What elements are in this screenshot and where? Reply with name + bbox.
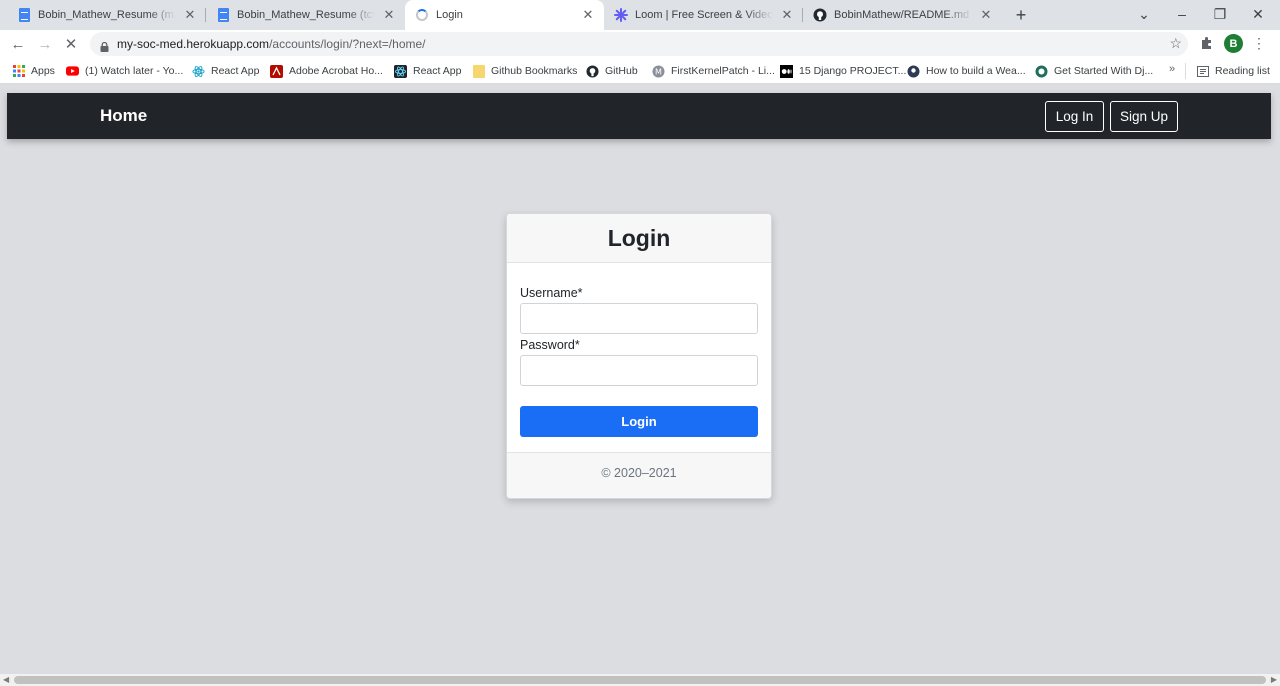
bookmark-item[interactable]: How to build a Wea... [907,63,1026,79]
browser-tab[interactable]: Loom | Free Screen & Video Reco ✕ [604,0,803,30]
bookmark-label: FirstKernelPatch - Li... [671,65,775,77]
bookmark-item[interactable]: Apps [12,63,55,79]
site-icon [907,65,920,78]
tab-title: Bobin_Mathew_Resume (m2) - Go [38,9,176,21]
bookmark-item[interactable]: Github Bookmarks [472,63,577,79]
login-card-title: Login [507,214,771,263]
password-label: Password* [520,338,580,352]
url-text: my-soc-med.herokuapp.com/accounts/login/… [117,37,426,51]
bookmark-label: (1) Watch later - Yo... [85,65,184,77]
google-docs-icon [216,8,230,22]
login-submit-button[interactable]: Login [520,406,758,437]
browser-tab[interactable]: BobinMathew/README.md at ma ✕ [803,0,1002,30]
bookmark-label: Get Started With Dj... [1054,65,1154,77]
menu-kebab-icon[interactable]: ⋮ [1252,33,1266,53]
browser-toolbar: ← → ✕ my-soc-med.herokuapp.com/accounts/… [0,30,1280,58]
linux-icon: M [652,65,665,78]
lock-icon [100,39,109,52]
browser-tab-strip: Bobin_Mathew_Resume (m2) - Go ✕ Bobin_Ma… [0,0,1280,30]
react-icon [192,65,205,78]
reading-list-icon [1196,65,1209,78]
site-icon [1035,65,1048,78]
reading-list-label: Reading list [1215,65,1270,77]
window-close-icon[interactable]: ✕ [1239,0,1277,28]
tab-title: BobinMathew/README.md at ma [834,9,972,21]
react-icon [394,64,407,78]
copyright-footer: © 2020–2021 [507,452,771,498]
site-navbar: Home Log In Sign Up [7,93,1271,139]
extensions-icon[interactable] [1198,33,1216,53]
url-path: /accounts/login/?next=/home/ [269,37,426,51]
bookmarks-divider [1185,63,1186,79]
svg-text:M: M [655,67,662,76]
tab-title: Bobin_Mathew_Resume (tcs) - Go [237,9,375,21]
bookmark-item[interactable]: React App [192,63,259,79]
bookmark-item[interactable]: GitHub [586,63,638,79]
youtube-icon [66,65,79,78]
folder-icon [472,64,485,78]
bookmark-item[interactable]: React App [394,63,461,79]
browser-tab-active[interactable]: Login ✕ [405,0,604,30]
restore-icon[interactable]: ❐ [1201,0,1239,28]
address-bar[interactable]: my-soc-med.herokuapp.com/accounts/login/… [90,32,1188,56]
tab-search-icon[interactable]: ⌄ [1125,0,1163,28]
bookmark-label: React App [211,65,260,77]
reading-list-button[interactable]: Reading list [1196,63,1270,79]
scroll-left-arrow-icon[interactable]: ◀ [3,675,9,684]
username-input[interactable] [520,303,758,334]
forward-arrow-icon[interactable]: → [33,32,57,56]
login-nav-button[interactable]: Log In [1045,101,1104,132]
bookmark-label: Apps [31,65,55,77]
google-docs-icon [17,8,31,22]
bookmark-item[interactable]: Get Started With Dj... [1035,63,1153,79]
close-icon[interactable]: ✕ [580,7,596,23]
page-viewport: Home Log In Sign Up Login Username* Pass… [0,85,1280,674]
signup-nav-button[interactable]: Sign Up [1110,101,1178,132]
browser-tab[interactable]: Bobin_Mathew_Resume (tcs) - Go ✕ [206,0,405,30]
bookmark-label: How to build a Wea... [926,65,1026,77]
medium-icon [780,64,793,78]
bookmark-item[interactable]: M FirstKernelPatch - Li... [652,63,775,79]
minimize-icon[interactable]: – [1163,0,1201,28]
tab-title: Loom | Free Screen & Video Reco [635,9,773,21]
close-icon[interactable]: ✕ [182,7,198,23]
horizontal-scrollbar[interactable]: ◀ ▶ [0,674,1280,686]
bookmark-label: Adobe Acrobat Ho... [289,65,383,77]
scrollbar-thumb[interactable] [14,676,1266,684]
loom-icon [614,8,628,22]
github-icon [586,64,599,78]
back-arrow-icon[interactable]: ← [6,32,30,56]
bookmark-label: React App [413,65,462,77]
more-bookmarks-icon[interactable]: » [1169,63,1175,75]
bookmark-item[interactable]: (1) Watch later - Yo... [66,63,183,79]
tab-title: Login [436,9,463,21]
browser-tab[interactable]: Bobin_Mathew_Resume (m2) - Go ✕ [0,0,206,30]
scroll-right-arrow-icon[interactable]: ▶ [1271,675,1277,684]
close-icon[interactable]: ✕ [381,7,397,23]
loading-spinner-icon [415,8,429,22]
bookmark-item[interactable]: Adobe Acrobat Ho... [270,63,383,79]
bookmark-label: GitHub [605,65,638,77]
bookmark-label: 15 Django PROJECT... [799,65,907,77]
close-icon[interactable]: ✕ [779,7,795,23]
profile-avatar[interactable]: B [1224,34,1243,53]
login-card: Login Username* Password* Login © 2020–2… [506,213,772,499]
brand-home-link[interactable]: Home [100,106,147,126]
apps-grid-icon [12,65,25,78]
bookmark-label: Github Bookmarks [491,65,578,77]
close-icon[interactable]: ✕ [978,7,994,23]
github-icon [813,8,827,22]
password-input[interactable] [520,355,758,386]
bookmark-star-icon[interactable]: ☆ [1169,35,1182,52]
acrobat-icon [270,64,283,78]
bookmark-item[interactable]: 15 Django PROJECT... [780,63,906,79]
stop-loading-icon[interactable]: ✕ [59,32,83,56]
username-label: Username* [520,286,583,300]
url-host: my-soc-med.herokuapp.com [117,37,270,51]
new-tab-button[interactable]: + [1010,4,1032,26]
bookmarks-bar: Apps (1) Watch later - Yo... React App A… [0,58,1280,84]
